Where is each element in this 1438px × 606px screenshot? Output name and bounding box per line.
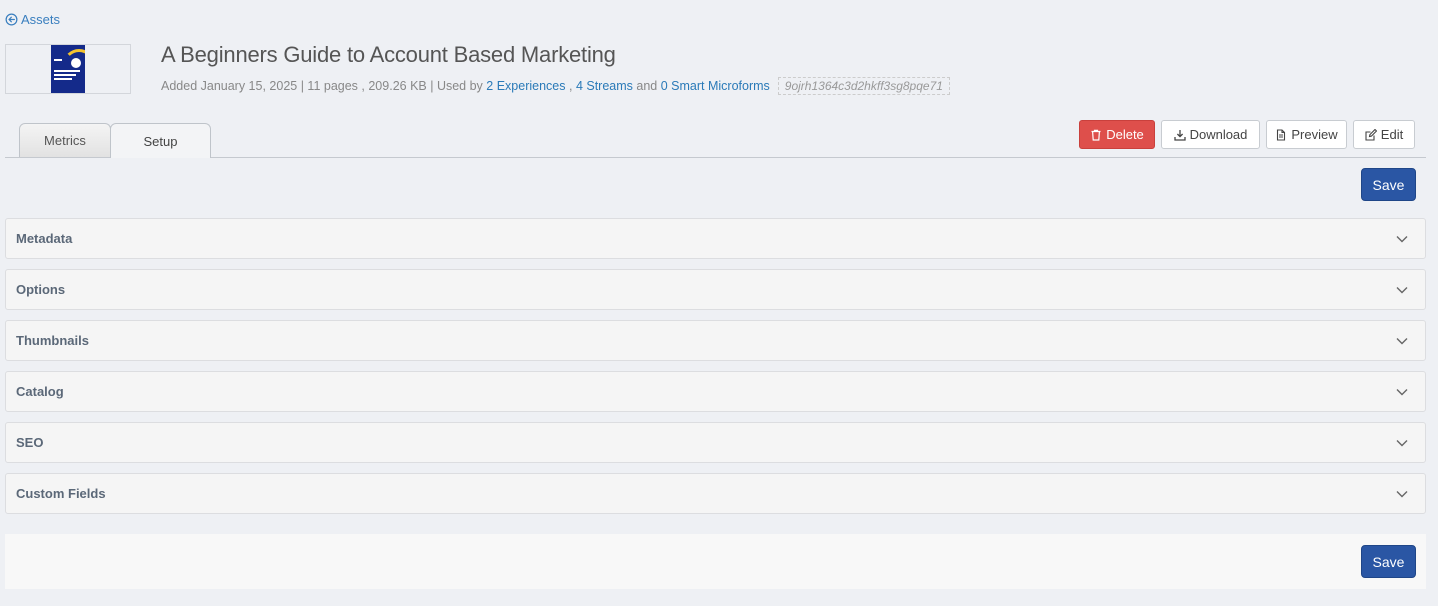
edit-button[interactable]: Edit: [1353, 120, 1415, 149]
footer-bar: [5, 534, 1426, 589]
panel-label: Custom Fields: [16, 486, 106, 501]
chevron-down-icon: [1396, 439, 1408, 446]
page-title: A Beginners Guide to Account Based Marke…: [161, 42, 616, 67]
page-count: 11 pages: [307, 79, 358, 93]
panel-thumbnails[interactable]: Thumbnails: [5, 320, 1426, 361]
save-button-top[interactable]: Save: [1361, 168, 1416, 201]
asset-thumbnail: [5, 44, 131, 94]
panel-label: SEO: [16, 435, 44, 450]
chevron-down-icon: [1396, 286, 1408, 293]
delete-button[interactable]: Delete: [1079, 120, 1155, 149]
used-by-label: Used by: [436, 79, 483, 93]
panel-label: Thumbnails: [16, 333, 89, 348]
download-icon: [1173, 129, 1186, 141]
panel-options[interactable]: Options: [5, 269, 1426, 310]
panel-label: Metadata: [16, 231, 73, 246]
streams-link[interactable]: 4 Streams: [576, 79, 633, 93]
added-date: Added January 15, 2025: [161, 79, 298, 93]
tab-setup[interactable]: Setup: [110, 123, 211, 158]
microforms-link[interactable]: 0 Smart Microforms: [661, 79, 770, 93]
and-text: and: [636, 79, 658, 93]
preview-button[interactable]: Preview: [1266, 120, 1347, 149]
asset-cover-image: [51, 45, 85, 93]
chevron-down-icon: [1396, 388, 1408, 395]
chevron-down-icon: [1396, 490, 1408, 497]
panel-seo[interactable]: SEO: [5, 422, 1426, 463]
back-to-assets-link[interactable]: Assets: [5, 12, 60, 27]
file-size: 209.26 KB: [368, 79, 427, 93]
arrow-left-circle-icon: [5, 13, 18, 26]
experiences-link[interactable]: 2 Experiences: [486, 79, 565, 93]
panel-label: Options: [16, 282, 66, 297]
asset-meta: Added January 15, 2025 | 11 pages , 209.…: [161, 77, 950, 95]
tab-metrics[interactable]: Metrics: [19, 123, 111, 157]
trash-icon: [1091, 129, 1101, 141]
panel-custom-fields[interactable]: Custom Fields: [5, 473, 1426, 514]
panel-label: Catalog: [16, 384, 64, 399]
chevron-down-icon: [1396, 235, 1408, 242]
back-link-label: Assets: [21, 12, 61, 27]
document-icon: [1277, 128, 1286, 141]
chevron-down-icon: [1396, 337, 1408, 344]
asset-id: 9ojrh1364c3d2hkff3sg8pqe71: [777, 77, 950, 95]
edit-icon: [1365, 128, 1377, 141]
download-button[interactable]: Download: [1161, 120, 1260, 149]
save-button-bottom[interactable]: Save: [1361, 545, 1416, 578]
panel-catalog[interactable]: Catalog: [5, 371, 1426, 412]
panel-metadata[interactable]: Metadata: [5, 218, 1426, 259]
